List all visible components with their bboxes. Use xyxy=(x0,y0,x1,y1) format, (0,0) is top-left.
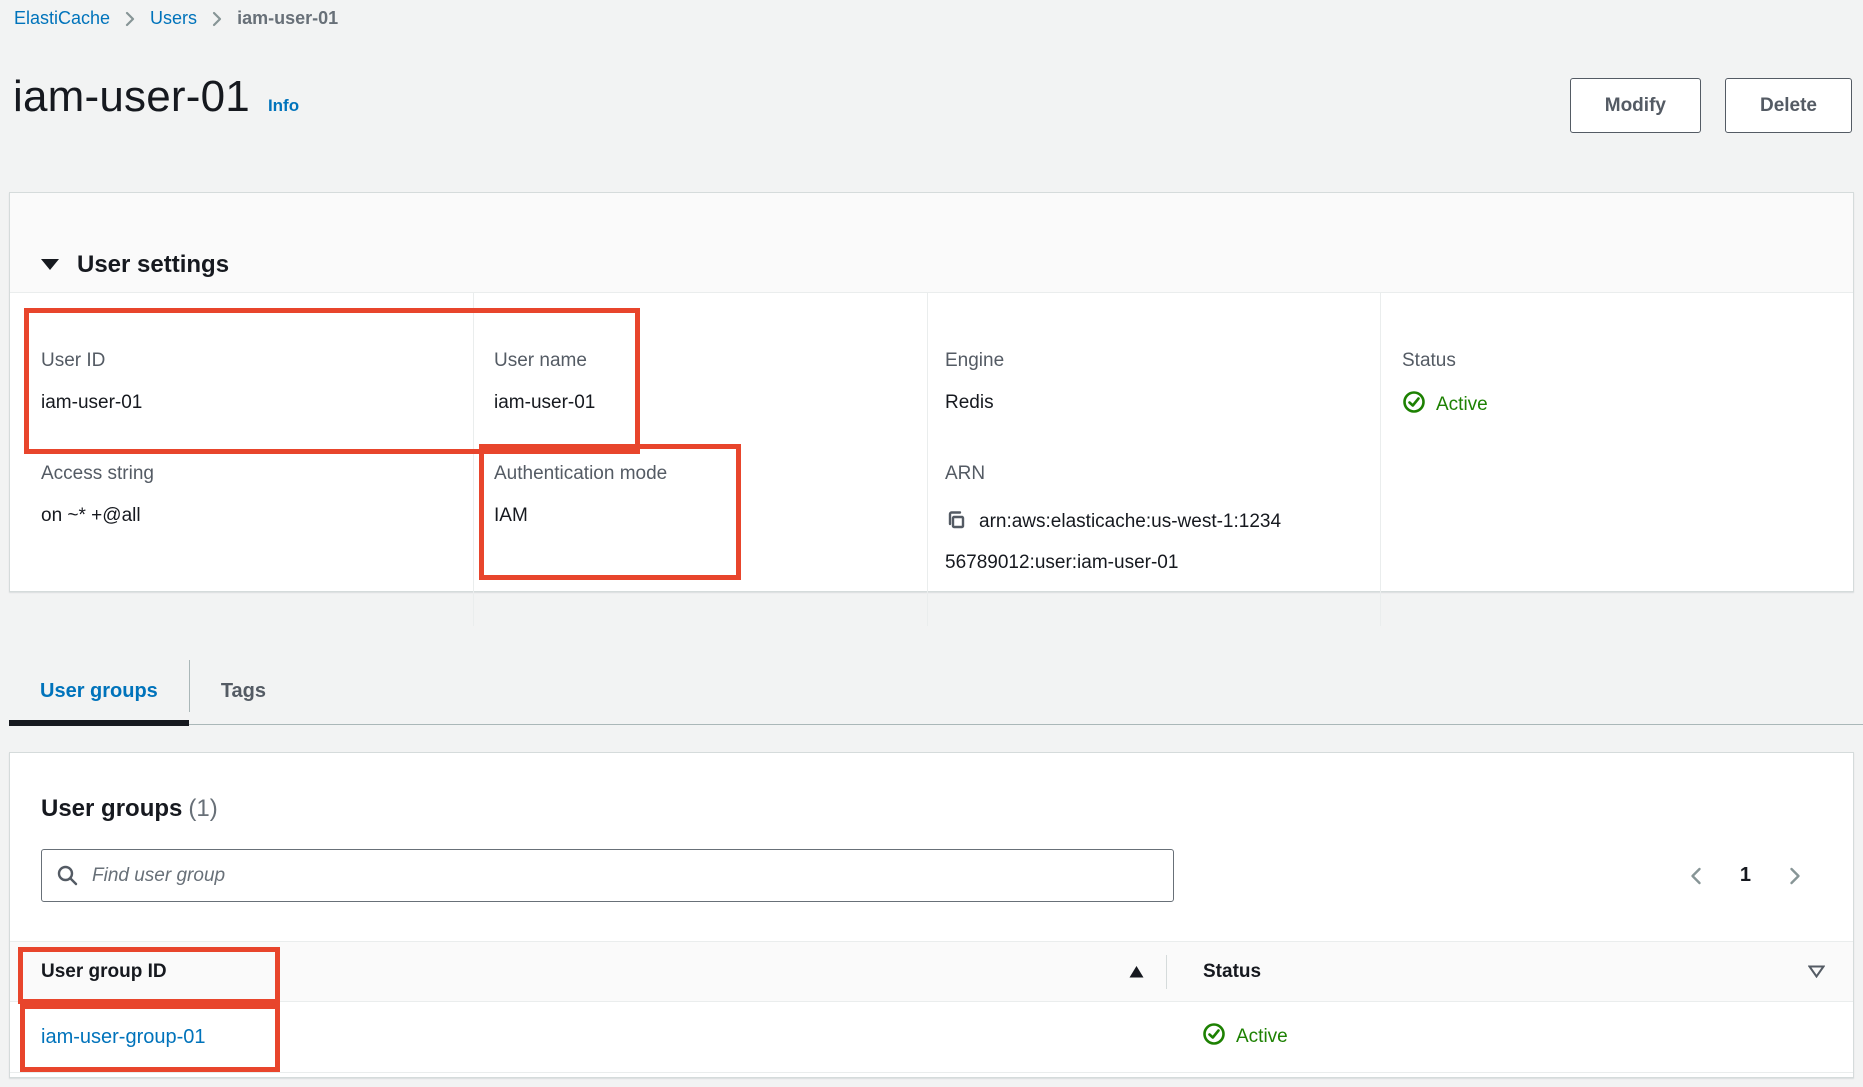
settings-column-4: Status Active xyxy=(1380,293,1853,626)
column-header-label: User group ID xyxy=(41,961,167,983)
field-user-name: User name iam-user-01 xyxy=(494,348,927,416)
next-page-button[interactable] xyxy=(1779,861,1809,891)
table-header-row: User group ID Status xyxy=(10,941,1853,1002)
user-settings-body: User ID iam-user-01 Access string on ~* … xyxy=(10,293,1853,591)
user-settings-expander[interactable]: User settings xyxy=(10,193,1853,293)
modify-button[interactable]: Modify xyxy=(1570,78,1701,133)
cell-user-group-id: iam-user-group-01 xyxy=(10,1026,1166,1049)
find-user-group-input[interactable] xyxy=(41,849,1174,902)
chevron-right-icon xyxy=(211,10,223,28)
user-settings-title: User settings xyxy=(77,251,229,279)
field-value: iam-user-01 xyxy=(41,390,473,416)
field-value: iam-user-01 xyxy=(494,390,927,416)
column-header-status: Status xyxy=(1167,961,1853,983)
field-label: Engine xyxy=(945,348,1380,374)
user-group-link[interactable]: iam-user-group-01 xyxy=(41,1026,206,1048)
field-user-id: User ID iam-user-01 xyxy=(41,348,473,416)
tab-bar: User groups Tags xyxy=(9,658,1863,725)
page-number[interactable]: 1 xyxy=(1740,864,1751,887)
search-row: 1 xyxy=(41,849,1823,902)
copy-icon[interactable] xyxy=(945,507,967,544)
search-icon xyxy=(56,864,80,893)
field-label: User name xyxy=(494,348,927,374)
caret-down-icon xyxy=(41,259,59,270)
user-groups-table: User group ID Status iam-user-group-01 xyxy=(10,941,1853,1073)
field-label: Status xyxy=(1402,348,1853,374)
field-access-string: Access string on ~* +@all xyxy=(41,461,473,529)
field-arn: ARN arn:aws:elasticache:us-west-1:123456… xyxy=(945,461,1380,581)
delete-button[interactable]: Delete xyxy=(1725,78,1852,133)
pagination: 1 xyxy=(1682,861,1823,891)
filter-icon[interactable] xyxy=(1808,965,1825,978)
sort-ascending-icon xyxy=(1129,966,1144,978)
breadcrumb-link-users[interactable]: Users xyxy=(150,8,197,29)
page-header: iam-user-01 Info xyxy=(13,72,299,122)
tab-user-groups[interactable]: User groups xyxy=(9,658,189,725)
arn-value: arn:aws:elasticache:us-west-1:1234567890… xyxy=(945,503,1290,581)
field-engine: Engine Redis xyxy=(945,348,1380,416)
table-row: iam-user-group-01 Active xyxy=(10,1002,1853,1073)
cell-status: Active xyxy=(1166,1022,1853,1052)
field-label: Access string xyxy=(41,461,473,487)
breadcrumb-link-elasticache[interactable]: ElastiCache xyxy=(14,8,110,29)
column-header-label: Status xyxy=(1203,961,1261,983)
field-value: Redis xyxy=(945,390,1380,416)
arn-text: arn:aws:elasticache:us-west-1:1234567890… xyxy=(945,511,1281,573)
status-text: Active xyxy=(1236,1026,1288,1048)
page-actions: Modify Delete xyxy=(1570,78,1852,133)
settings-column-1: User ID iam-user-01 Access string on ~* … xyxy=(10,293,473,626)
field-status: Status Active xyxy=(1402,348,1853,420)
page-title: iam-user-01 xyxy=(13,72,250,122)
search-box xyxy=(41,849,1174,902)
status-text: Active xyxy=(1436,394,1488,416)
status-value: Active xyxy=(1202,1022,1853,1052)
previous-page-button[interactable] xyxy=(1682,861,1712,891)
column-header-user-group-id[interactable]: User group ID xyxy=(10,961,1166,983)
status-value: Active xyxy=(1402,390,1853,420)
field-value: IAM xyxy=(494,503,927,529)
field-value: on ~* +@all xyxy=(41,503,473,529)
field-label: User ID xyxy=(41,348,473,374)
status-active-check-icon xyxy=(1402,390,1426,420)
field-label: ARN xyxy=(945,461,1380,487)
user-groups-count: (1) xyxy=(188,795,217,822)
settings-column-2: User name iam-user-01 Authentication mod… xyxy=(473,293,927,626)
user-settings-panel: User settings User ID iam-user-01 Access… xyxy=(9,192,1854,592)
user-groups-title: User groups xyxy=(41,795,182,822)
settings-column-3: Engine Redis ARN arn:aws:elasticache:us-… xyxy=(927,293,1380,626)
chevron-right-icon xyxy=(124,10,136,28)
user-groups-heading: User groups(1) xyxy=(41,795,1853,823)
breadcrumb-current-page: iam-user-01 xyxy=(237,8,338,29)
info-link[interactable]: Info xyxy=(268,96,299,116)
field-label: Authentication mode xyxy=(494,461,927,487)
field-authentication-mode: Authentication mode IAM xyxy=(494,461,927,529)
breadcrumb: ElastiCache Users iam-user-01 xyxy=(14,8,338,29)
tab-tags[interactable]: Tags xyxy=(190,658,297,725)
user-groups-panel: User groups(1) 1 User group ID xyxy=(9,752,1854,1078)
status-active-check-icon xyxy=(1202,1022,1226,1052)
